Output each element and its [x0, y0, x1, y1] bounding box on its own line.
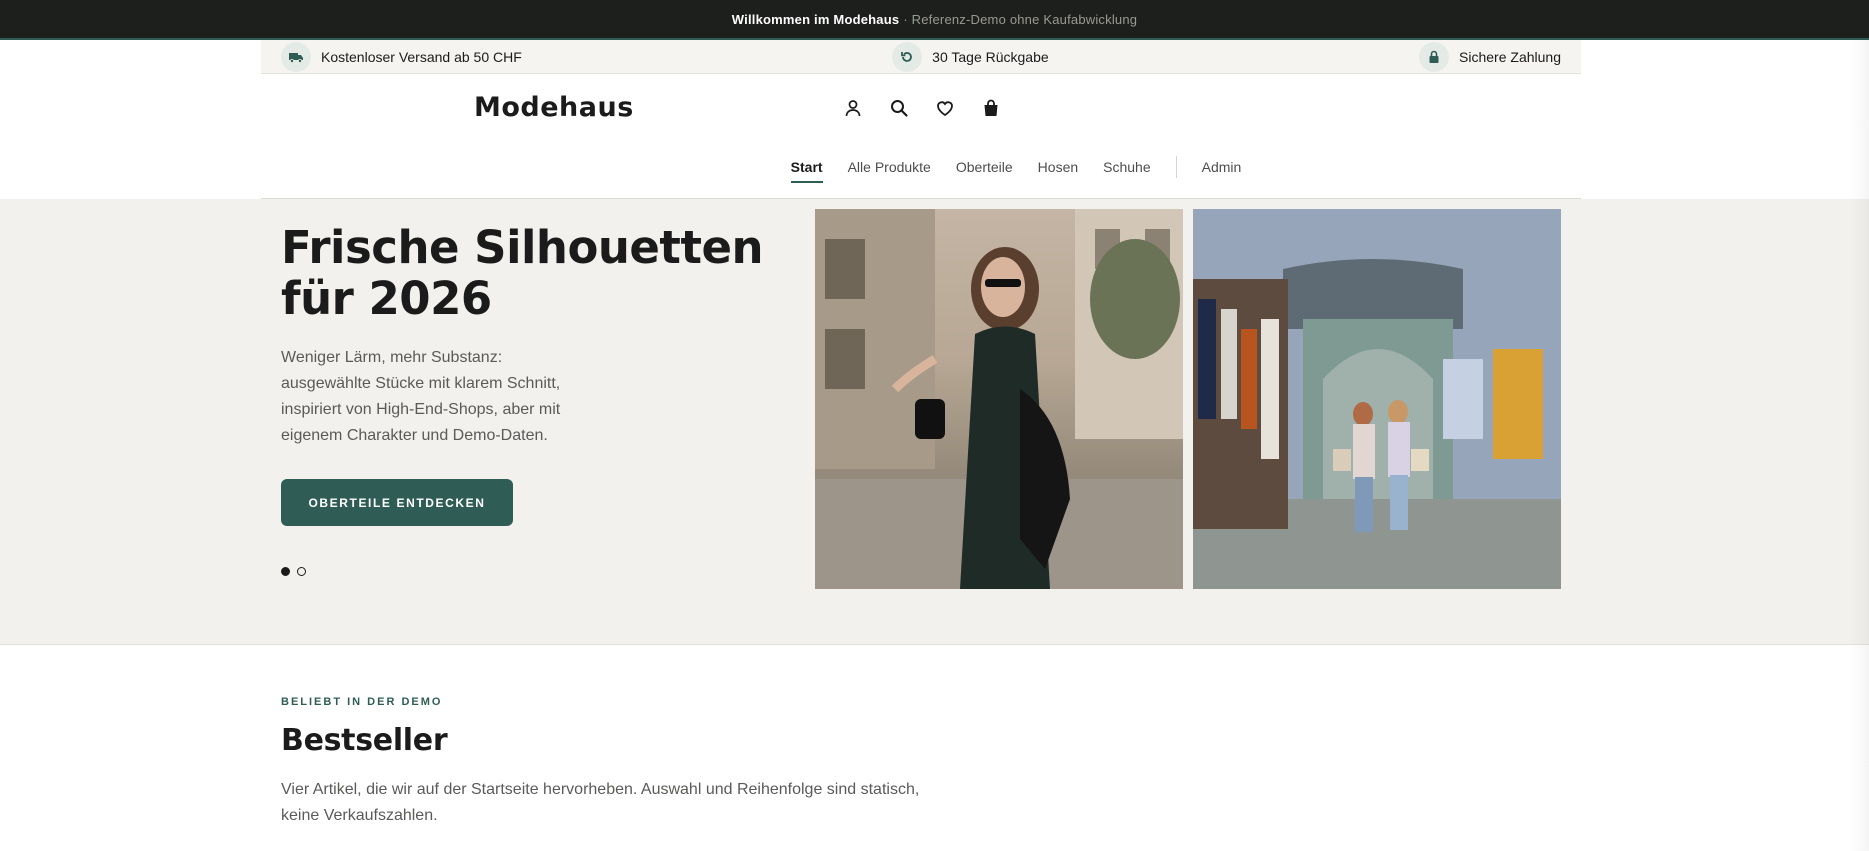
account-icon[interactable]	[841, 96, 864, 119]
benefit-label: 30 Tage Rückgabe	[932, 48, 1049, 65]
nav-item-hosen[interactable]: Hosen	[1038, 159, 1078, 183]
site-header: Modehaus Start Alle Produkte Oberteile H…	[261, 74, 1581, 199]
announcement-strong: Willkommen im Modehaus	[731, 11, 900, 27]
truck-icon	[281, 41, 311, 72]
benefits-strip: Kostenloser Versand ab 50 CHF 30 Tage Rü…	[261, 40, 1581, 74]
benefit-label: Kostenloser Versand ab 50 CHF	[321, 48, 522, 65]
hero-section: Frische Silhouetten für 2026 Weniger Lär…	[0, 199, 1869, 645]
announcement-muted: · Referenz-Demo ohne Kaufabwicklung	[903, 11, 1138, 27]
site-logo[interactable]: Modehaus	[474, 92, 634, 123]
benefit-returns: 30 Tage Rückgabe	[892, 41, 1049, 72]
nav-divider	[1175, 156, 1177, 178]
header-actions	[841, 96, 1002, 119]
lock-icon	[1419, 41, 1450, 72]
benefit-payment: Sichere Zahlung	[1419, 41, 1561, 72]
return-icon	[892, 41, 923, 72]
hero-text: Weniger Lärm, mehr Substanz: ausgewählte…	[281, 349, 561, 444]
search-icon[interactable]	[887, 96, 910, 119]
benefit-label: Sichere Zahlung	[1459, 48, 1561, 65]
heart-icon[interactable]	[933, 96, 956, 119]
section-description: Vier Artikel, die wir auf der Startseite…	[281, 781, 920, 824]
nav-item-oberteile[interactable]: Oberteile	[956, 159, 1013, 183]
hero-title: Frische Silhouetten für 2026	[281, 221, 764, 325]
slider-dots	[281, 567, 306, 576]
nav-item-start[interactable]: Start	[790, 159, 823, 183]
hero-image-woman-dress	[815, 209, 1183, 589]
hero-cta-button[interactable]: OBERTEILE ENTDECKEN	[281, 479, 513, 526]
nav-item-admin[interactable]: Admin	[1202, 159, 1242, 183]
slider-dot-1[interactable]	[281, 567, 290, 576]
benefit-shipping: Kostenloser Versand ab 50 CHF	[281, 41, 522, 72]
main-nav: Start Alle Produkte Oberteile Hosen Schu…	[261, 156, 1581, 183]
nav-item-alle-produkte[interactable]: Alle Produkte	[848, 159, 931, 183]
bag-icon[interactable]	[979, 96, 1002, 119]
announcement-bar: Willkommen im Modehaus · Referenz-Demo o…	[0, 0, 1869, 40]
section-title: Bestseller	[281, 723, 448, 758]
nav-item-schuhe[interactable]: Schuhe	[1103, 159, 1150, 183]
section-eyebrow: BELIEBT IN DER DEMO	[281, 696, 443, 708]
scroll-edge-shadow	[1849, 40, 1869, 851]
slider-dot-2[interactable]	[297, 567, 306, 576]
hero-image-store-interior	[1193, 209, 1561, 589]
